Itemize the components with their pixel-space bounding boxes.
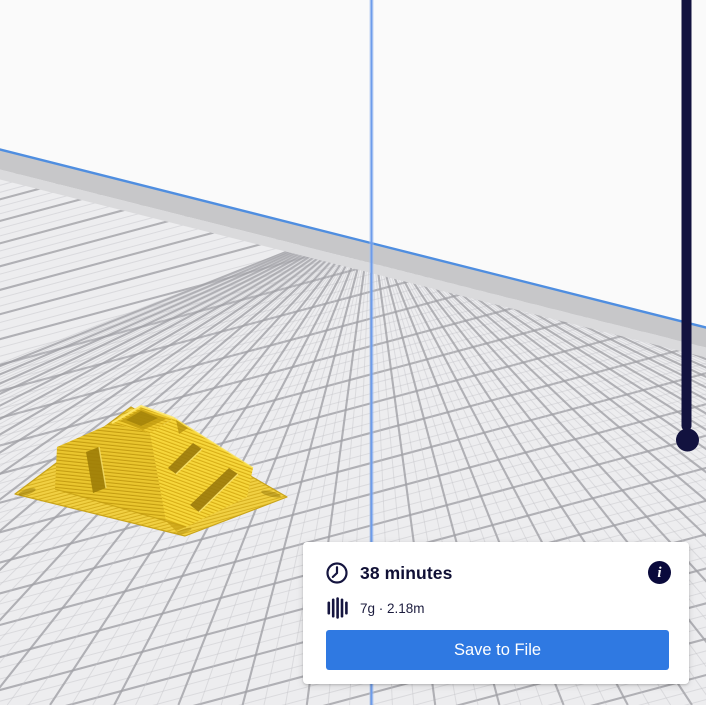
material-estimate-row: 7g · 2.18m [327, 596, 425, 620]
time-estimate-label: 38 minutes [360, 562, 453, 583]
material-spool-icon [327, 597, 348, 619]
time-estimate-row: 38 minutes i [325, 559, 671, 587]
layer-slider-handle[interactable] [676, 428, 699, 452]
print-summary-panel: 38 minutes i 7g · 2.18m Save to File [303, 542, 689, 684]
info-icon[interactable]: i [648, 561, 671, 584]
material-estimate-label: 7g · 2.18m [360, 600, 425, 616]
save-to-file-button[interactable]: Save to File [326, 630, 669, 670]
clock-icon [326, 562, 348, 584]
layer-slider-track[interactable] [681, 0, 692, 431]
